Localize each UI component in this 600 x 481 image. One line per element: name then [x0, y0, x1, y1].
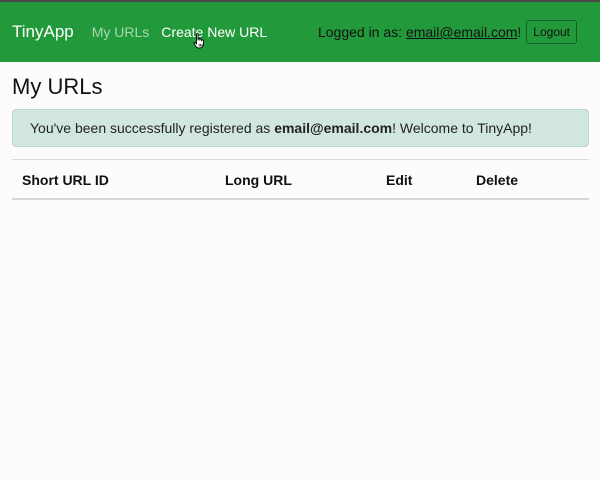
alert-suffix: ! Welcome to TinyApp!: [392, 120, 532, 136]
nav-my-urls[interactable]: My URLs: [92, 24, 150, 40]
nav-create-new-url[interactable]: Create New URL: [161, 24, 267, 40]
logged-in-suffix: !: [517, 24, 522, 40]
page-title: My URLs: [12, 74, 103, 99]
alert-email: email@email.com: [274, 120, 393, 136]
brand-link[interactable]: TinyApp: [12, 22, 74, 42]
logout-button[interactable]: Logout: [526, 20, 577, 44]
user-email-link[interactable]: email@email.com: [406, 24, 517, 40]
navbar: TinyApp My URLs Create New URL Logged in…: [0, 0, 600, 62]
success-alert: You've been successfully registered as e…: [12, 109, 589, 147]
alert-prefix: You've been successfully registered as: [30, 120, 275, 136]
column-header-delete: Delete: [476, 172, 519, 188]
logged-in-prefix: Logged in as:: [317, 24, 406, 40]
hand-pointer-icon: [193, 33, 204, 49]
urls-table: Short URL ID Long URL Edit Delete: [12, 159, 589, 200]
user-area: Logged in as: email@email.com ! Logout: [318, 2, 577, 62]
column-header-edit: Edit: [386, 172, 413, 188]
column-header-short-url-id: Short URL ID: [22, 172, 109, 188]
column-header-long-url: Long URL: [225, 172, 292, 188]
